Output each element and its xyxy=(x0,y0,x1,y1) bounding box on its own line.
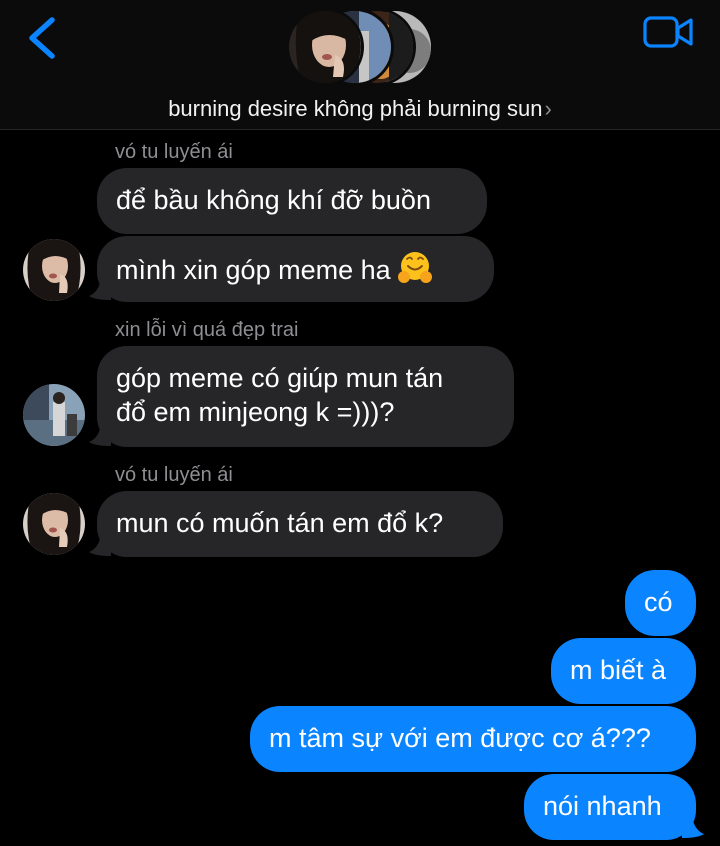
member-avatar xyxy=(286,8,364,86)
video-call-icon[interactable] xyxy=(642,14,694,50)
message-text: nói nhanh xyxy=(543,791,662,821)
group-avatar-stack[interactable] xyxy=(286,8,436,90)
incoming-message-bubble[interactable]: mình xin góp meme ha xyxy=(97,236,494,302)
outgoing-message-bubble[interactable]: nói nhanh xyxy=(524,774,696,840)
message-text: có xyxy=(644,587,673,617)
sender-name: xin lỗi vì quá đẹp trai xyxy=(115,319,299,341)
incoming-message-bubble[interactable]: góp meme có giúp mun tán đổ em minjeong … xyxy=(97,346,514,447)
sender-avatar[interactable] xyxy=(23,493,85,555)
hugging-face-emoji-icon xyxy=(398,252,433,283)
incoming-message-bubble[interactable]: mun có muốn tán em đổ k? xyxy=(97,491,503,557)
message-text: mun có muốn tán em đổ k? xyxy=(116,508,444,538)
sender-name: vó tu luyến ái xyxy=(115,464,233,486)
chevron-right-icon: › xyxy=(544,96,552,121)
chat-header: burning desire không phải burning sun› xyxy=(0,0,720,130)
message-text: để bầu không khí đỡ buồn xyxy=(116,185,431,215)
group-name-button[interactable]: burning desire không phải burning sun› xyxy=(0,96,720,122)
chevron-left-icon[interactable] xyxy=(22,14,66,62)
outgoing-message-bubble[interactable]: có xyxy=(625,570,696,636)
incoming-message-bubble[interactable]: để bầu không khí đỡ buồn xyxy=(97,168,487,234)
message-text: m biết à xyxy=(570,655,667,685)
group-name: burning desire không phải burning sun xyxy=(168,96,543,121)
outgoing-message-bubble[interactable]: m biết à xyxy=(551,638,696,704)
message-text-line: góp meme có giúp mun tán xyxy=(116,363,444,393)
message-text: m tâm sự với em được cơ á??? xyxy=(269,723,651,753)
outgoing-message-bubble[interactable]: m tâm sự với em được cơ á??? xyxy=(250,706,696,772)
message-text: mình xin góp meme ha xyxy=(116,255,391,285)
sender-avatar[interactable] xyxy=(23,239,85,301)
sender-avatar[interactable] xyxy=(23,384,85,446)
sender-name: vó tu luyến ái xyxy=(115,141,233,163)
message-text-line: đổ em minjeong k =)))? xyxy=(116,397,395,427)
